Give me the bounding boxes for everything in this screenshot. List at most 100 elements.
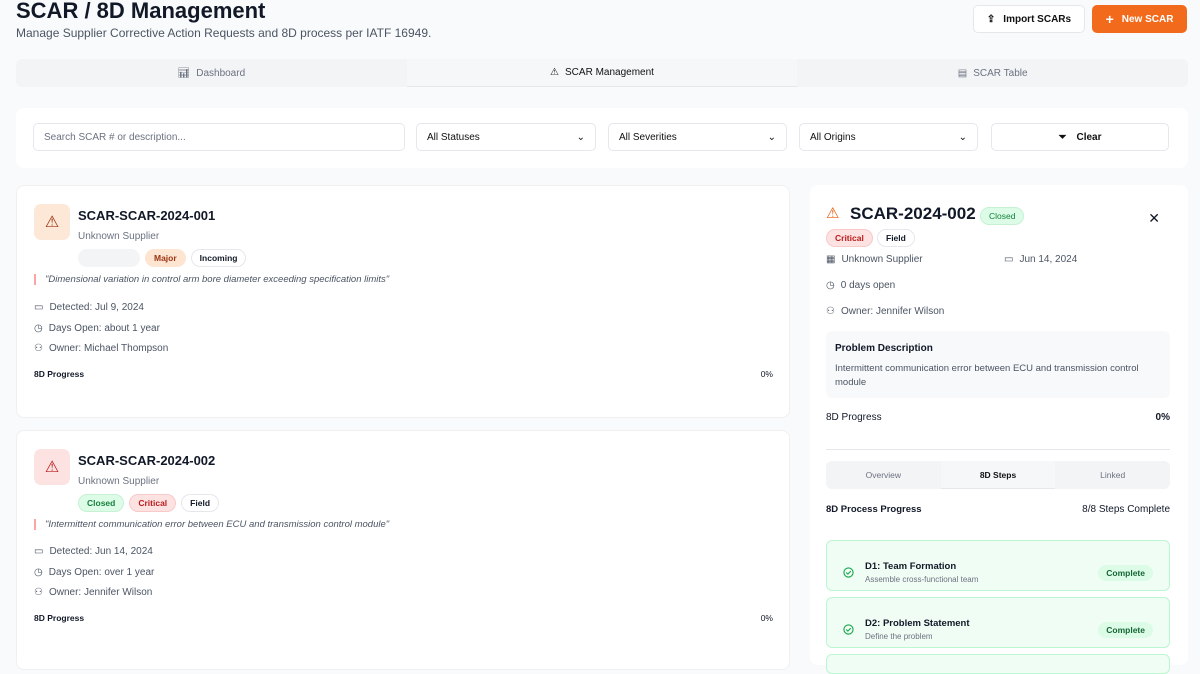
supplier-name: Unknown Supplier [78,231,160,242]
tab-scar-table[interactable]: ▤ SCAR Table [797,59,1188,87]
plus-icon: + [1105,11,1114,27]
step-item[interactable]: D1: Team Formation Assemble cross-functi… [826,540,1170,591]
chevron-down-icon: ⌄ [576,131,585,143]
supplier-name: Unknown Supplier [78,476,160,487]
step-item[interactable]: D2: Problem Statement Define the problem… [826,597,1170,648]
tab-dashboard[interactable]: 📊︎ Dashboard [16,59,407,87]
warning-icon: ⚠︎ [550,67,560,78]
clock-icon: ◷ [34,567,43,578]
clear-label: Clear [1076,131,1102,143]
progress-label: 8D Progress [34,613,85,623]
user-icon: ⚇ [34,587,43,598]
scar-title: SCAR-SCAR-2024-002 [78,453,216,468]
warning-icon: ⚠ [34,204,70,240]
tab-scar-management[interactable]: ⚠︎ SCAR Management [406,59,798,87]
filter-icon: ⏷ [1058,131,1067,143]
clock-icon: ◷ [34,323,43,334]
upload-icon: ⇪ [986,13,996,25]
origin-badge: Incoming [190,249,247,267]
import-label: Import SCARs [1003,13,1072,25]
origin-value: All Origins [810,131,856,143]
owner: Owner: Jennifer Wilson [840,306,945,317]
warning-icon: ⚠ [34,449,70,485]
days-open: 0 days open [840,280,896,291]
status-value: All Statuses [427,131,480,143]
user-icon: ⚇ [826,306,835,317]
steps-heading: 8D Process Progress [826,504,922,515]
status-select[interactable]: All Statuses ⌄ [416,123,596,151]
status-badge: Closed [980,207,1025,225]
severity-badge: Critical [129,494,177,512]
tab-8d-steps[interactable]: 8D Steps [940,461,1056,489]
days-open: Days Open: about 1 year [48,323,160,334]
clear-filters-button[interactable]: ⏷ Clear [991,123,1169,151]
step-title: D1: Team Formation [865,561,957,572]
table-icon: ▤ [957,67,968,79]
problem-text: Intermittent communication error between… [835,363,1139,388]
chevron-down-icon: ⌄ [767,131,776,143]
user-icon: ⚇ [34,343,43,354]
owner: Owner: Jennifer Wilson [48,587,153,598]
page-subtitle: Manage Supplier Corrective Action Reques… [16,26,432,40]
divider [826,449,1170,450]
calendar-icon: ▭ [34,546,44,557]
step-desc: Define the problem [865,632,933,641]
search-input[interactable]: Search SCAR # or description... [33,123,405,151]
status-badge: Closed [78,494,125,512]
scar-description: "Dimensional variation in control arm bo… [34,274,389,285]
new-label: New SCAR [1121,13,1174,25]
chart-icon: 📊︎ [177,67,191,79]
step-title: D2: Problem Statement [865,618,970,629]
origin-select[interactable]: All Origins ⌄ [799,123,978,151]
scar-title: SCAR-SCAR-2024-001 [78,208,216,223]
import-scars-button[interactable]: ⇪ Import SCARs [973,5,1085,33]
progress-value: 0% [760,369,773,379]
detected-date: Jun 14, 2024 [1019,254,1078,265]
check-circle-icon [843,565,854,583]
detail-tabs: Overview 8D Steps Linked [826,461,1170,489]
severity-badge: Critical [826,229,873,247]
problem-description-box: Problem Description Intermittent communi… [826,331,1170,398]
problem-heading: Problem Description [835,343,933,354]
new-scar-button[interactable]: + New SCAR [1092,5,1187,33]
detail-title: SCAR-2024-002 [850,204,976,223]
days-open: Days Open: over 1 year [48,567,155,578]
step-item[interactable] [826,654,1170,674]
chevron-down-icon: ⌄ [958,131,967,143]
calendar-icon: ▭ [1004,254,1014,265]
step-desc: Assemble cross-functional team [865,575,979,584]
steps-count: 8/8 Steps Complete [1082,504,1170,515]
step-status-badge: Complete [1098,622,1153,638]
detected-date: Detected: Jul 9, 2024 [49,302,144,313]
filter-bar: Search SCAR # or description... All Stat… [16,108,1188,168]
severity-badge: Major [145,249,186,267]
tab-linked[interactable]: Linked [1055,461,1170,489]
scar-card[interactable]: ⚠ SCAR-SCAR-2024-001 Unknown Supplier Ma… [16,185,790,418]
status-badge [78,249,140,267]
owner: Owner: Michael Thompson [48,343,169,354]
calendar-icon: ▭ [34,302,44,313]
tab-overview[interactable]: Overview [826,461,941,489]
page-title: SCAR / 8D Management [16,0,266,23]
tab-label: SCAR Management [565,67,654,78]
severity-select[interactable]: All Severities ⌄ [608,123,787,151]
check-circle-icon [843,622,854,640]
origin-badge: Field [181,494,220,512]
close-icon[interactable]: ✕ [1148,210,1160,227]
tab-label: Dashboard [196,67,246,79]
scar-card[interactable]: ⚠ SCAR-SCAR-2024-002 Unknown Supplier Cl… [16,430,790,670]
origin-badge: Field [877,229,915,247]
severity-value: All Severities [619,131,677,143]
scar-description: "Intermittent communication error betwee… [34,519,389,530]
progress-label: 8D Progress [34,369,85,379]
progress-label: 8D Progress [826,412,882,423]
tab-label: SCAR Table [973,67,1028,79]
scar-detail-panel: ⚠ SCAR-2024-002 Closed ✕ Critical Field … [810,185,1188,674]
progress-value: 0% [1155,412,1170,423]
building-icon: ▦ [826,254,836,265]
main-tabs: 📊︎ Dashboard ⚠︎ SCAR Management ▤ SCAR Tabl… [16,59,1188,87]
clock-icon: ◷ [826,280,835,291]
detected-date: Detected: Jun 14, 2024 [49,546,153,557]
step-status-badge: Complete [1098,565,1153,581]
warning-icon: ⚠ [826,205,840,222]
